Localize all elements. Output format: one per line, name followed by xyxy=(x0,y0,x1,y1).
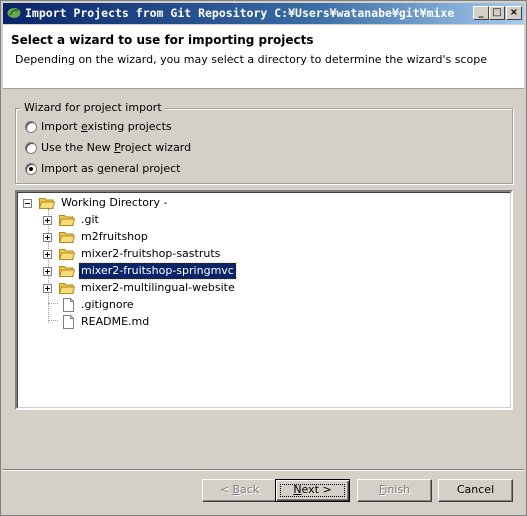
tree-node-readme[interactable]: README.md xyxy=(43,314,243,330)
tree-node-springmvc[interactable]: mixer2-fruitshop-springmvc xyxy=(43,262,293,280)
tree-node-label: README.md xyxy=(81,315,150,328)
expand-icon[interactable] xyxy=(43,216,52,225)
finish-button[interactable]: Finish xyxy=(357,479,432,502)
tree-node-label: .gitignore xyxy=(81,298,134,311)
expand-icon[interactable] xyxy=(43,267,52,276)
radio-label: Import existing projects xyxy=(41,120,172,133)
radio-button[interactable] xyxy=(25,121,37,133)
tree-node-gitignore[interactable]: .gitignore xyxy=(43,297,243,313)
expand-icon[interactable] xyxy=(43,250,52,259)
tree-node-label: m2fruitshop xyxy=(81,230,148,243)
import-dialog: Import Projects from Git Repository C:¥U… xyxy=(0,0,527,516)
folder-icon xyxy=(59,215,75,226)
tree-node-label: Working Directory - xyxy=(61,196,168,209)
cancel-button[interactable]: Cancel xyxy=(438,479,513,502)
radio-button[interactable] xyxy=(25,163,37,175)
page-title: Select a wizard to use for importing pro… xyxy=(11,33,314,47)
close-icon: × xyxy=(509,7,519,18)
folder-icon xyxy=(59,283,75,294)
radio-label: Use the New Project wizard xyxy=(41,141,192,154)
folder-icon xyxy=(59,266,75,277)
file-icon xyxy=(63,315,74,329)
tree-node-label: mixer2-multilingual-website xyxy=(81,281,235,294)
open-folder-icon xyxy=(39,198,55,209)
expand-icon[interactable] xyxy=(43,233,52,242)
eclipse-app-icon xyxy=(7,8,21,18)
file-icon xyxy=(63,298,74,312)
tree-node-sastruts[interactable]: mixer2-fruitshop-sastruts xyxy=(43,246,293,262)
button-bar-separator xyxy=(3,469,524,471)
minimize-icon: _ xyxy=(478,7,484,18)
folder-icon xyxy=(59,249,75,260)
tree-node-label: .git xyxy=(81,213,99,226)
radio-label: Import as general project xyxy=(41,162,181,175)
minimize-button[interactable]: _ xyxy=(473,6,489,20)
title-bar[interactable]: Import Projects from Git Repository C:¥U… xyxy=(3,3,524,24)
tree-node-git[interactable]: .git xyxy=(43,212,243,228)
next-button[interactable]: Next > xyxy=(275,479,350,502)
window-title: Import Projects from Git Repository C:¥U… xyxy=(25,6,455,20)
maximize-button[interactable]: □ xyxy=(489,6,505,20)
radio-button[interactable] xyxy=(25,142,37,154)
tree-node-root[interactable]: Working Directory - xyxy=(23,195,223,211)
wizard-header: Select a wizard to use for importing pro… xyxy=(3,25,524,89)
tree-node-m2fruitshop[interactable]: m2fruitshop xyxy=(43,229,243,245)
tree-node-label: mixer2-fruitshop-sastruts xyxy=(81,247,221,260)
page-description: Depending on the wizard, you may select … xyxy=(15,53,488,66)
directory-tree[interactable]: Working Directory - .git m2fruitshop mix… xyxy=(15,190,513,410)
wizard-group-legend: Wizard for project import xyxy=(21,101,165,114)
tree-node-multilingual[interactable]: mixer2-multilingual-website xyxy=(43,280,293,296)
close-button[interactable]: × xyxy=(506,6,522,20)
folder-icon xyxy=(59,232,75,243)
collapse-icon[interactable] xyxy=(23,199,32,208)
tree-node-label: mixer2-fruitshop-springmvc xyxy=(78,262,237,280)
maximize-icon: □ xyxy=(492,7,502,18)
back-button[interactable]: < Back xyxy=(202,479,277,502)
expand-icon[interactable] xyxy=(43,284,52,293)
